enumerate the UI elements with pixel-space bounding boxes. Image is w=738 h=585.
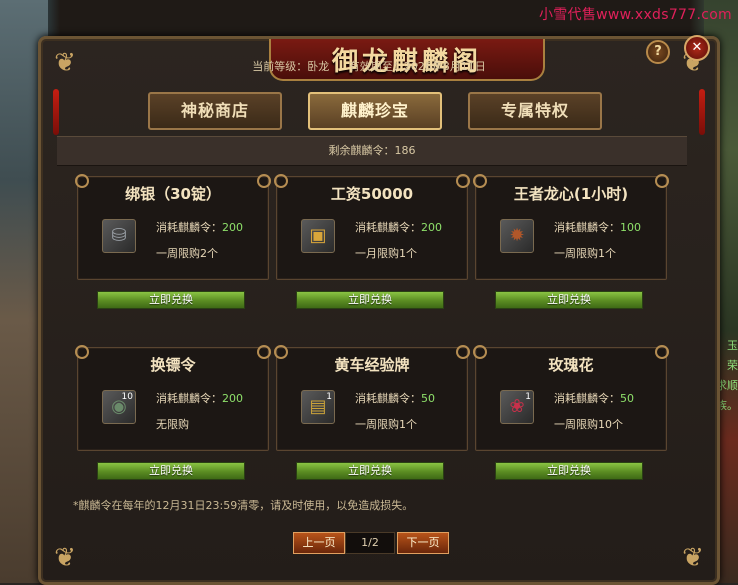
- watermark: 小雪代售www.xxds777.com: [538, 7, 732, 23]
- gold-box-icon[interactable]: ▣: [301, 219, 335, 253]
- item-cost: 消耗麒麟令：100: [554, 219, 641, 235]
- page-indicator: 1/2: [345, 532, 395, 554]
- exchange-button[interactable]: 立即兑换: [97, 462, 245, 480]
- exchange-button[interactable]: 立即兑换: [495, 291, 643, 309]
- item-card: 王者龙心(1小时) ✹ 消耗麒麟令：100 一周限购1个: [473, 174, 669, 280]
- remaining-tokens: 剩余麒麟令：186: [57, 136, 687, 166]
- purchase-limit: 一周限购1个: [554, 247, 616, 260]
- item-name: 黄车经验牌: [334, 356, 410, 374]
- item-name: 玫瑰花: [548, 356, 594, 374]
- purchase-limit: 一周限购1个: [355, 418, 417, 431]
- item-cost: 消耗麒麟令：200: [156, 219, 243, 235]
- item-glyph: ✹: [509, 225, 525, 246]
- cost-value: 200: [222, 221, 243, 234]
- purchase-limit: 一月限购1个: [355, 247, 417, 260]
- item-quantity: 1: [525, 392, 531, 402]
- exchange-button[interactable]: 立即兑换: [296, 462, 444, 480]
- status-line: 当前等级：卧龙 有效期至：2026年8月11日: [0, 58, 738, 74]
- expiry-date: 有效期至：2026年8月11日: [348, 60, 486, 73]
- cost-label: 消耗麒麟令：: [355, 392, 421, 405]
- item-quantity: 10: [121, 392, 133, 402]
- purchase-limit: 一周限购2个: [156, 247, 218, 260]
- item-card: 工资50000 ▣ 消耗麒麟令：200 一月限购1个: [274, 174, 470, 280]
- item-card: 玫瑰花 ❀ 1 消耗麒麟令：50 一周限购10个: [473, 345, 669, 451]
- next-page-button[interactable]: 下一页: [397, 532, 449, 554]
- cost-value: 50: [421, 392, 435, 405]
- item-name: 绑银（30锭）: [125, 185, 221, 203]
- item-card: 换镖令 ◉ 10 消耗麒麟令：200 无限购: [75, 345, 271, 451]
- cost-label: 消耗麒麟令：: [156, 221, 222, 234]
- reset-note: *麒麟令在每年的12月31日23:59清零，请及时使用，以免造成损失。: [73, 499, 414, 512]
- exchange-button[interactable]: 立即兑换: [495, 462, 643, 480]
- cost-label: 消耗麒麟令：: [554, 221, 620, 234]
- corner-ornament-icon: ❦: [682, 543, 704, 573]
- item-name: 工资50000: [330, 185, 414, 203]
- cost-value: 100: [620, 221, 641, 234]
- tab-mystery-shop[interactable]: 神秘商店: [148, 92, 282, 130]
- item-card: 黄车经验牌 ▤ 1 消耗麒麟令：50 一周限购1个: [274, 345, 470, 451]
- item-cost: 消耗麒麟令：200: [156, 390, 243, 406]
- prev-page-button[interactable]: 上一页: [293, 532, 345, 554]
- item-cost: 消耗麒麟令：50: [554, 390, 634, 406]
- current-level: 当前等级：卧龙: [252, 60, 330, 73]
- cost-value: 200: [421, 221, 442, 234]
- exchange-button[interactable]: 立即兑换: [97, 291, 245, 309]
- rose-icon[interactable]: ❀ 1: [500, 390, 534, 424]
- purchase-limit: 无限购: [156, 418, 189, 431]
- item-cost: 消耗麒麟令：200: [355, 219, 442, 235]
- corner-ornament-icon: ❦: [54, 543, 76, 573]
- item-name: 换镖令: [150, 356, 196, 374]
- purchase-limit: 一周限购10个: [554, 418, 623, 431]
- cost-label: 消耗麒麟令：: [156, 392, 222, 405]
- escort-token-icon[interactable]: ◉ 10: [102, 390, 136, 424]
- item-glyph: ▤: [309, 396, 327, 417]
- exchange-button[interactable]: 立即兑换: [296, 291, 444, 309]
- tab-qilin-treasure[interactable]: 麒麟珍宝: [308, 92, 442, 130]
- cost-value: 50: [620, 392, 634, 405]
- silver-ingot-icon[interactable]: ⛁: [102, 219, 136, 253]
- tab-exclusive-privilege[interactable]: 专属特权: [468, 92, 602, 130]
- item-name: 王者龙心(1小时): [513, 185, 629, 203]
- item-glyph: ⛁: [111, 225, 127, 246]
- cost-label: 消耗麒麟令：: [554, 392, 620, 405]
- cost-label: 消耗麒麟令：: [355, 221, 421, 234]
- cost-value: 200: [222, 392, 243, 405]
- item-cost: 消耗麒麟令：50: [355, 390, 435, 406]
- dragon-heart-icon[interactable]: ✹: [500, 219, 534, 253]
- item-glyph: ▣: [309, 225, 327, 246]
- tassel-left-icon: [53, 89, 59, 135]
- cart-exp-icon[interactable]: ▤ 1: [301, 390, 335, 424]
- item-glyph: ❀: [509, 396, 525, 417]
- item-card: 绑银（30锭） ⛁ 消耗麒麟令：200 一周限购2个: [75, 174, 271, 280]
- tassel-right-icon: [699, 89, 705, 135]
- item-quantity: 1: [326, 392, 332, 402]
